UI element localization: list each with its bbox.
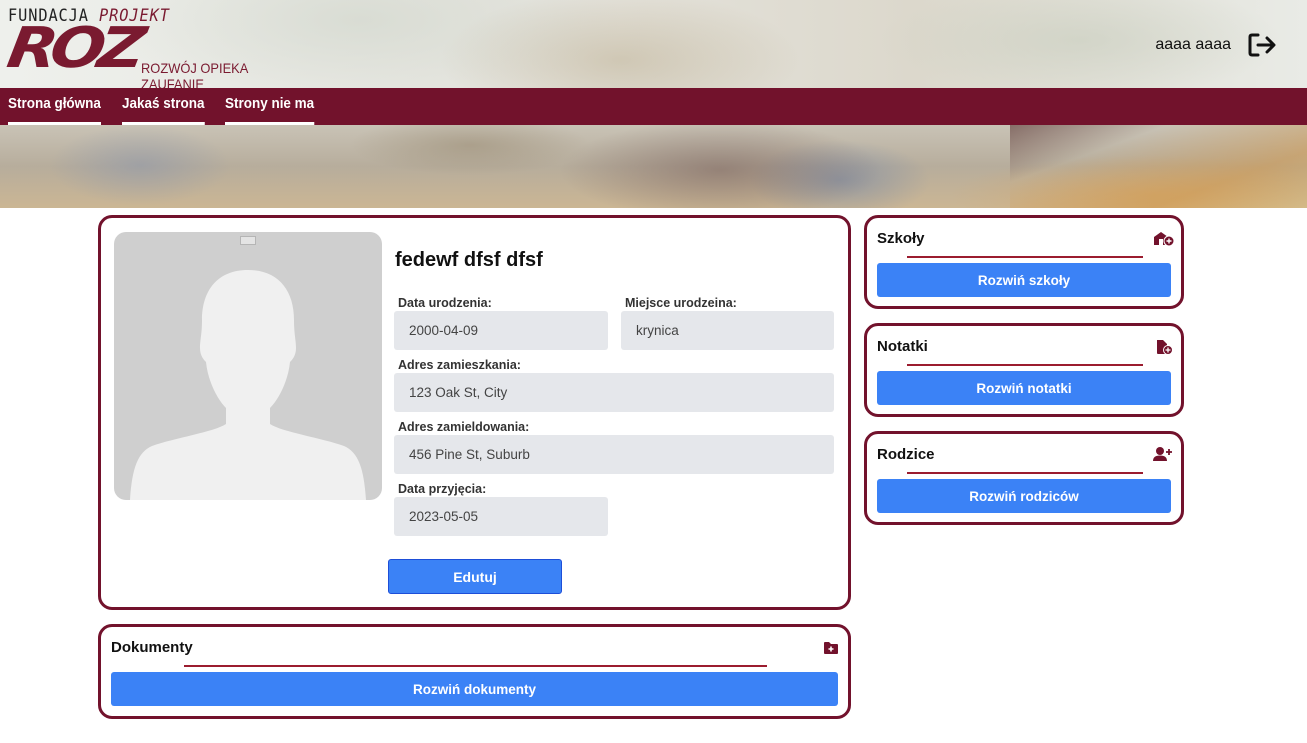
- header-painting: [0, 125, 1307, 208]
- documents-card: Dokumenty Rozwiń dokumenty: [98, 624, 851, 719]
- birth-date-field: 2000-04-09: [394, 311, 608, 350]
- person-silhouette-icon: [130, 270, 366, 500]
- documents-title-underline: [184, 665, 767, 667]
- admission-date-label: Data przyjęcia:: [398, 482, 487, 496]
- logout-icon[interactable]: [1247, 32, 1277, 58]
- folder-plus-icon[interactable]: [823, 641, 843, 659]
- nav-item-home[interactable]: Strona główna: [8, 88, 101, 125]
- file-plus-icon[interactable]: [1156, 339, 1176, 357]
- main-navbar: Strona główna Jakaś strona Strony nie ma: [0, 88, 1307, 125]
- expand-notes-button[interactable]: Rozwiń notatki: [877, 371, 1171, 405]
- logo-mark: ROZ: [2, 16, 144, 81]
- parents-title: Rodzice: [877, 446, 935, 463]
- notes-card: Notatki Rozwiń notatki: [864, 323, 1184, 417]
- schools-title: Szkoły: [877, 230, 925, 247]
- person-full-name: fedewf dfsf dfsf: [395, 249, 543, 271]
- edit-button[interactable]: Edutuj: [388, 559, 562, 594]
- parents-card: Rodzice Rozwiń rodziców: [864, 431, 1184, 525]
- header-banner: FUNDACJA PROJEKT ROZ ROZWÓJ OPIEKA ZAUFA…: [0, 0, 1307, 208]
- avatar: [114, 232, 382, 500]
- school-plus-icon[interactable]: [1153, 231, 1175, 249]
- expand-parents-button[interactable]: Rozwiń rodziców: [877, 479, 1171, 513]
- documents-title: Dokumenty: [111, 639, 193, 656]
- avatar-placeholder-tag: [240, 236, 256, 245]
- notes-title-underline: [907, 364, 1143, 366]
- nav-item-missing-page[interactable]: Strony nie ma: [224, 88, 314, 125]
- address-label: Adres zamieszkania:: [398, 358, 521, 372]
- profile-card: fedewf dfsf dfsf Data urodzenia: 2000-04…: [98, 215, 851, 610]
- birth-place-label: Miejsce urodzeina:: [625, 296, 737, 310]
- expand-schools-button[interactable]: Rozwiń szkoły: [877, 263, 1171, 297]
- parents-title-underline: [907, 472, 1143, 474]
- registered-address-field: 456 Pine St, Suburb: [394, 435, 834, 474]
- schools-title-underline: [907, 256, 1143, 258]
- nav-item-some-page[interactable]: Jakaś strona: [121, 88, 205, 125]
- expand-documents-button[interactable]: Rozwiń dokumenty: [111, 672, 838, 706]
- user-area: aaaa aaaa: [1155, 32, 1277, 58]
- admission-date-field: 2023-05-05: [394, 497, 608, 536]
- notes-title: Notatki: [877, 338, 928, 355]
- logo[interactable]: FUNDACJA PROJEKT ROZ ROZWÓJ OPIEKA ZAUFA…: [3, 6, 298, 92]
- user-plus-icon[interactable]: [1153, 446, 1173, 464]
- schools-card: Szkoły Rozwiń szkoły: [864, 215, 1184, 309]
- birth-place-field: krynica: [621, 311, 834, 350]
- registered-address-label: Adres zamieldowania:: [398, 420, 530, 434]
- user-name: aaaa aaaa: [1155, 36, 1231, 53]
- birth-date-label: Data urodzenia:: [398, 296, 492, 310]
- address-field: 123 Oak St, City: [394, 373, 834, 412]
